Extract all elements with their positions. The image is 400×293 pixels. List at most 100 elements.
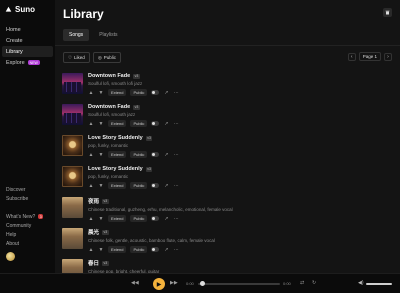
more-options-icon[interactable]: ⋯ xyxy=(173,183,179,189)
shuffle-icon[interactable]: ⇄ xyxy=(300,280,304,286)
song-row[interactable]: Love Story Suddenly v3 pop, funky, roman… xyxy=(62,132,392,163)
volume-slider[interactable] xyxy=(366,283,392,285)
repeat-icon[interactable]: ↻ xyxy=(312,280,316,286)
player-bar: ◀◀ ▶ ▶▶ 0:00 0:00 ⇄ ↻ ◀) xyxy=(0,273,400,293)
share-icon[interactable]: ↗ xyxy=(163,183,169,189)
thumbs-down-icon[interactable]: ▼ xyxy=(98,183,104,189)
sidebar-item-label: Explore xyxy=(6,59,25,66)
filter-public-button[interactable]: ◎ Public xyxy=(92,52,122,63)
share-icon[interactable]: ↗ xyxy=(163,152,169,158)
thumbs-up-icon[interactable]: ▲ xyxy=(88,90,94,96)
version-badge: v3 xyxy=(102,229,109,235)
song-title[interactable]: Downtown Fade xyxy=(88,104,130,110)
brand-logo[interactable]: Suno xyxy=(5,5,35,14)
extend-button[interactable]: Extend xyxy=(108,151,127,158)
song-title[interactable]: Love Story Suddenly xyxy=(88,166,143,172)
share-icon[interactable]: ↗ xyxy=(163,121,169,127)
suno-logo-icon xyxy=(5,6,12,12)
skip-forward-icon[interactable]: ▶▶ xyxy=(170,280,178,286)
thumbs-up-icon[interactable]: ▲ xyxy=(88,152,94,158)
song-actions: ▲ ▼ Extend Public ↗ ⋯ xyxy=(88,246,392,253)
song-title[interactable]: Downtown Fade xyxy=(88,73,130,79)
sidebar-item-create[interactable]: Create xyxy=(0,35,55,46)
main-panel: Library Songs Playlists ♡ Liked ◎ Public ‹… xyxy=(55,0,400,284)
song-row[interactable]: 夜雨 v3 Chinese traditional, guzheng, erhu… xyxy=(62,194,392,225)
public-toggle[interactable] xyxy=(151,152,160,157)
user-avatar[interactable] xyxy=(6,252,15,261)
extend-button[interactable]: Extend xyxy=(108,215,127,222)
public-toggle[interactable] xyxy=(151,216,160,221)
song-row[interactable]: Downtown Fade v3 Soulful lofi, smooth ja… xyxy=(62,101,392,132)
song-cover[interactable] xyxy=(62,197,83,218)
more-options-icon[interactable]: ⋯ xyxy=(173,216,179,222)
song-cover[interactable] xyxy=(62,73,83,94)
song-title[interactable]: 夜雨 xyxy=(88,197,99,205)
skip-back-icon[interactable]: ◀◀ xyxy=(131,280,139,286)
share-icon[interactable]: ↗ xyxy=(163,90,169,96)
tab-playlists[interactable]: Playlists xyxy=(93,29,123,41)
song-cover[interactable] xyxy=(62,135,83,156)
song-title[interactable]: 晨光 xyxy=(88,228,99,236)
sidebar-item-label: Community xyxy=(6,222,32,229)
public-toggle[interactable] xyxy=(151,121,160,126)
sidebar-item-library[interactable]: Library xyxy=(2,46,53,57)
extend-button[interactable]: Extend xyxy=(108,120,127,127)
sidebar-item-help[interactable]: Help xyxy=(0,230,55,239)
public-toggle[interactable] xyxy=(151,183,160,188)
globe-icon: ◎ xyxy=(97,54,102,60)
sidebar-item-discover[interactable]: Discover xyxy=(0,185,55,194)
trash-button[interactable] xyxy=(383,8,392,17)
sidebar-item-about[interactable]: About xyxy=(0,239,55,248)
song-title-row: Downtown Fade v3 xyxy=(88,73,392,79)
prev-page-button[interactable]: ‹ xyxy=(347,52,356,61)
more-options-icon[interactable]: ⋯ xyxy=(173,90,179,96)
share-icon[interactable]: ↗ xyxy=(163,216,169,222)
thumbs-down-icon[interactable]: ▼ xyxy=(98,121,104,127)
thumbs-up-icon[interactable]: ▲ xyxy=(88,121,94,127)
more-options-icon[interactable]: ⋯ xyxy=(173,247,179,253)
song-title[interactable]: 春日 xyxy=(88,259,99,267)
volume-icon[interactable]: ◀) xyxy=(358,280,364,286)
tab-songs[interactable]: Songs xyxy=(63,29,90,41)
version-badge: v3 xyxy=(133,73,140,79)
thumbs-up-icon[interactable]: ▲ xyxy=(88,247,94,253)
progress-handle[interactable] xyxy=(200,281,205,286)
next-page-button[interactable]: › xyxy=(384,52,392,61)
filter-liked-button[interactable]: ♡ Liked xyxy=(63,52,90,63)
visibility-label: Public xyxy=(130,151,148,158)
sidebar-item-whats-new[interactable]: What's New? 3 xyxy=(0,212,55,221)
share-icon[interactable]: ↗ xyxy=(163,247,169,253)
page-indicator[interactable]: Page 1 xyxy=(358,52,381,61)
song-title[interactable]: Love Story Suddenly xyxy=(88,135,143,141)
thumbs-up-icon[interactable]: ▲ xyxy=(88,216,94,222)
song-cover[interactable] xyxy=(62,104,83,125)
play-button[interactable]: ▶ xyxy=(153,278,165,290)
sidebar-item-subscribe[interactable]: Subscribe xyxy=(0,194,55,203)
thumbs-up-icon[interactable]: ▲ xyxy=(88,183,94,189)
sidebar-item-home[interactable]: Home xyxy=(0,24,55,35)
progress-track[interactable] xyxy=(198,283,280,285)
song-info: Downtown Fade v3 Soulful lofi, smooth ja… xyxy=(88,101,392,132)
thumbs-down-icon[interactable]: ▼ xyxy=(98,216,104,222)
extend-button[interactable]: Extend xyxy=(108,89,127,96)
song-row[interactable]: 晨光 v3 Chinese folk, gentle, acoustic, ba… xyxy=(62,225,392,256)
song-title-row: 晨光 v3 xyxy=(88,228,392,236)
thumbs-down-icon[interactable]: ▼ xyxy=(98,90,104,96)
song-row[interactable]: Love Story Suddenly v3 pop, funky, roman… xyxy=(62,163,392,194)
thumbs-down-icon[interactable]: ▼ xyxy=(98,152,104,158)
sidebar-item-explore[interactable]: Explore NEW xyxy=(0,57,55,68)
visibility-label: Public xyxy=(130,246,148,253)
thumbs-down-icon[interactable]: ▼ xyxy=(98,247,104,253)
extend-button[interactable]: Extend xyxy=(108,246,127,253)
sidebar-item-community[interactable]: Community xyxy=(0,221,55,230)
visibility-label: Public xyxy=(130,89,148,96)
song-row[interactable]: Downtown Fade v3 Soulful lofi, smooth lo… xyxy=(62,70,392,101)
public-toggle[interactable] xyxy=(151,90,160,95)
more-options-icon[interactable]: ⋯ xyxy=(173,121,179,127)
song-description: Chinese traditional, guzheng, erhu, mela… xyxy=(88,207,233,212)
public-toggle[interactable] xyxy=(151,247,160,252)
more-options-icon[interactable]: ⋯ xyxy=(173,152,179,158)
extend-button[interactable]: Extend xyxy=(108,182,127,189)
song-cover[interactable] xyxy=(62,166,83,187)
song-cover[interactable] xyxy=(62,228,83,249)
